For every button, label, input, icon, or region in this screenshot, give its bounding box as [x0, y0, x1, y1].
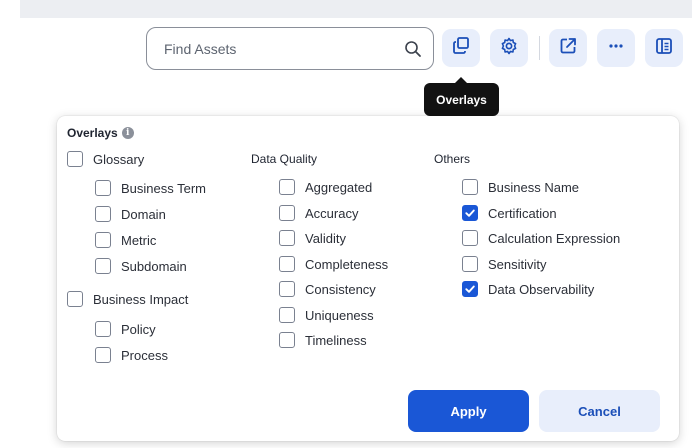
apply-button[interactable]: Apply — [408, 390, 529, 432]
overlays-tooltip: Overlays — [424, 77, 499, 116]
search-icon[interactable] — [403, 39, 423, 59]
option-label: Accuracy — [305, 205, 359, 221]
business-impact-checkbox[interactable]: Business Impact — [67, 291, 188, 307]
option-label: Sensitivity — [488, 256, 547, 272]
option-label: Timeliness — [305, 332, 367, 348]
option-label: Completeness — [305, 256, 389, 272]
calculation-expression-checkbox[interactable]: Calculation Expression — [462, 230, 620, 246]
side-panel-button[interactable] — [645, 29, 683, 67]
subdomain-checkbox[interactable]: Subdomain — [95, 258, 187, 274]
sensitivity-checkbox[interactable]: Sensitivity — [462, 256, 547, 272]
timeliness-checkbox[interactable]: Timeliness — [279, 332, 367, 348]
checkbox-icon[interactable] — [95, 258, 111, 274]
checkbox-icon[interactable] — [279, 307, 295, 323]
open-external-button[interactable] — [549, 29, 587, 67]
search-input[interactable] — [164, 40, 403, 57]
checkbox-icon[interactable] — [95, 347, 111, 363]
business-term-checkbox[interactable]: Business Term — [95, 180, 206, 196]
checkbox-icon[interactable] — [67, 151, 83, 167]
info-icon[interactable]: i — [121, 127, 134, 139]
checkbox-icon[interactable] — [279, 281, 295, 297]
certification-checkbox[interactable]: Certification — [462, 205, 557, 221]
aggregated-checkbox[interactable]: Aggregated — [279, 179, 372, 195]
data-quality-header: Data Quality — [251, 152, 318, 166]
option-label: Business Term — [121, 180, 207, 196]
option-label: Uniqueness — [305, 307, 374, 323]
option-label: Validity — [305, 230, 346, 246]
more-options-button[interactable] — [597, 29, 635, 67]
data-observability-checkbox[interactable]: Data Observability — [462, 281, 594, 297]
toolbar — [0, 0, 692, 110]
option-label: Aggregated — [305, 179, 373, 195]
checkbox-icon[interactable] — [279, 256, 295, 272]
option-label: Policy — [121, 321, 156, 337]
option-label: Calculation Expression — [488, 230, 621, 246]
option-label: Subdomain — [121, 258, 187, 274]
checkbox-icon[interactable] — [95, 206, 111, 222]
checkbox-icon[interactable] — [462, 179, 478, 195]
glossary-checkbox[interactable]: Glossary — [67, 151, 144, 167]
validity-checkbox[interactable]: Validity — [279, 230, 346, 246]
option-label: Glossary — [93, 151, 145, 167]
consistency-checkbox[interactable]: Consistency — [279, 281, 376, 297]
toolbar-divider — [539, 36, 540, 60]
completeness-checkbox[interactable]: Completeness — [279, 256, 388, 272]
domain-checkbox[interactable]: Domain — [95, 206, 166, 222]
option-label: Domain — [121, 206, 166, 222]
checkbox-checked-icon[interactable] — [462, 205, 478, 221]
option-label: Metric — [121, 232, 157, 248]
option-label: Consistency — [305, 281, 376, 297]
business-name-checkbox[interactable]: Business Name — [462, 179, 579, 195]
panel-title-text: Overlays — [67, 126, 118, 140]
search-box[interactable] — [146, 27, 434, 70]
checkbox-icon[interactable] — [279, 332, 295, 348]
panel-icon — [654, 36, 674, 61]
checkbox-icon[interactable] — [279, 205, 295, 221]
checkbox-checked-icon[interactable] — [462, 281, 478, 297]
option-label: Business Name — [488, 179, 580, 195]
checkbox-icon[interactable] — [462, 230, 478, 246]
checkbox-icon[interactable] — [95, 180, 111, 196]
option-label: Certification — [488, 205, 557, 221]
open-external-icon — [558, 36, 578, 61]
process-checkbox[interactable]: Process — [95, 347, 168, 363]
option-label: Business Impact — [93, 291, 189, 307]
panel-title: Overlays i — [67, 126, 134, 140]
checkbox-icon[interactable] — [279, 230, 295, 246]
metric-checkbox[interactable]: Metric — [95, 232, 156, 248]
policy-checkbox[interactable]: Policy — [95, 321, 156, 337]
accuracy-checkbox[interactable]: Accuracy — [279, 205, 358, 221]
overlays-icon — [451, 36, 471, 61]
more-icon — [606, 36, 626, 61]
overlays-panel: Overlays i Glossary Business Term Domain… — [57, 116, 679, 441]
others-header: Others — [434, 152, 471, 166]
option-label: Process — [121, 347, 168, 363]
settings-button[interactable] — [490, 29, 528, 67]
checkbox-icon[interactable] — [67, 291, 83, 307]
overlays-button[interactable] — [442, 29, 480, 67]
gear-icon — [499, 36, 519, 61]
checkbox-icon[interactable] — [462, 256, 478, 272]
checkbox-icon[interactable] — [279, 179, 295, 195]
checkbox-icon[interactable] — [95, 321, 111, 337]
uniqueness-checkbox[interactable]: Uniqueness — [279, 307, 374, 323]
option-label: Data Observability — [488, 281, 595, 297]
checkbox-icon[interactable] — [95, 232, 111, 248]
cancel-button[interactable]: Cancel — [539, 390, 660, 432]
